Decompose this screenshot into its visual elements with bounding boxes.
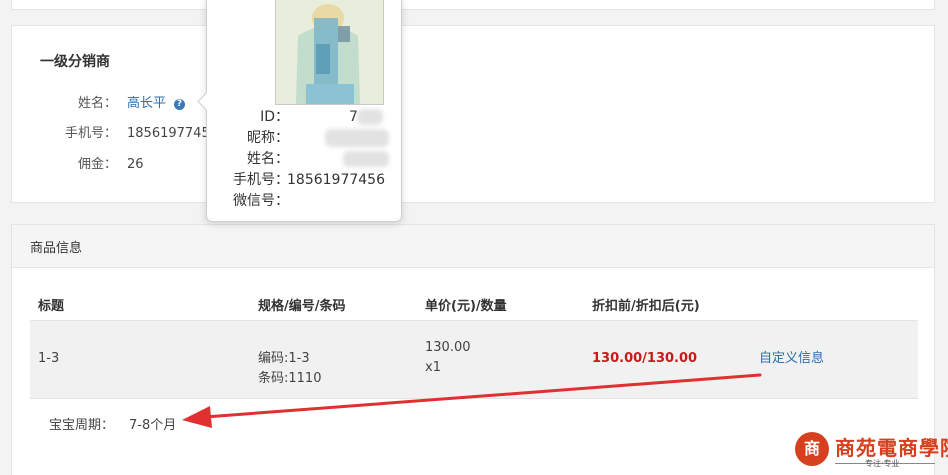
distributor-panel: 一级分销商 姓名： 高长平? 手机号： 1856197745 佣金： 26 [11,25,935,203]
distributor-name-link[interactable]: 高长平 [127,96,166,111]
baby-period-value: 7-8个月 [129,418,177,433]
col-header-discount: 折扣前/折扣后(元) [592,299,700,314]
custom-info-link[interactable]: 自定义信息 [759,349,824,369]
row-title: 1-3 [38,351,60,366]
watermark-subtitle: 专注·专业 [865,459,900,468]
row-discount-price: 130.00/130.00 [592,351,698,366]
name-label: 姓名： [77,96,117,111]
col-header-price-qty: 单价(元)/数量 [425,299,507,314]
watermark-title: 商苑電商學院 [835,436,948,460]
popover-nickname-label: 昵称： [247,130,289,146]
table-row: 1-3 编码:1-3 条码:1110 130.00 x1 130.00/130.… [30,321,918,399]
popover-phone-row: 手机号： 18561977456 [207,170,401,190]
phone-label: 手机号： [64,126,117,141]
product-section-title: 商品信息 [30,241,83,256]
redacted-nickname [325,129,389,147]
row-quantity: x1 [425,360,441,375]
watermark-badge: 商 [795,432,829,466]
name-value-wrap: 高长平? [127,94,186,114]
commission-label: 佣金： [77,157,117,172]
popover-wechat-label: 微信号： [233,193,289,209]
row-barcode: 条码:1110 [258,371,322,386]
watermark-logo: 商 商苑電商學院 专注·专业 [793,428,948,472]
popover-id-label: ID： [260,109,289,125]
col-header-title: 标题 [38,299,65,314]
popover-name-row: 姓名： [207,149,401,169]
commission-value: 26 [127,157,144,172]
popover-nickname-row: 昵称： [207,128,401,148]
redacted-name [343,151,389,167]
popover-phone-value: 18561977456 [287,172,385,188]
row-unit-price: 130.00 [425,340,471,355]
avatar-image [276,0,383,104]
popover-id-row: ID： 7 [207,107,401,127]
help-icon[interactable]: ? [174,99,186,110]
row-code: 编码:1-3 [258,351,310,366]
popover-wechat-row: 微信号： [207,191,401,211]
redacted-id [357,109,383,125]
top-panel-edge [11,0,935,10]
product-header: 商品信息 [12,225,934,268]
popover-phone-label: 手机号： [233,172,289,188]
phone-value: 1856197745 [127,126,210,141]
popover-name-label: 姓名： [247,151,289,167]
col-header-spec: 规格/编号/条码 [258,299,346,314]
user-info-popover: ID： 7 昵称： 姓名： 手机号： 18561977456 微信号： [197,0,402,222]
user-avatar [275,0,384,105]
distributor-title: 一级分销商 [40,54,110,70]
baby-period-label: 宝宝周期： [49,418,115,433]
